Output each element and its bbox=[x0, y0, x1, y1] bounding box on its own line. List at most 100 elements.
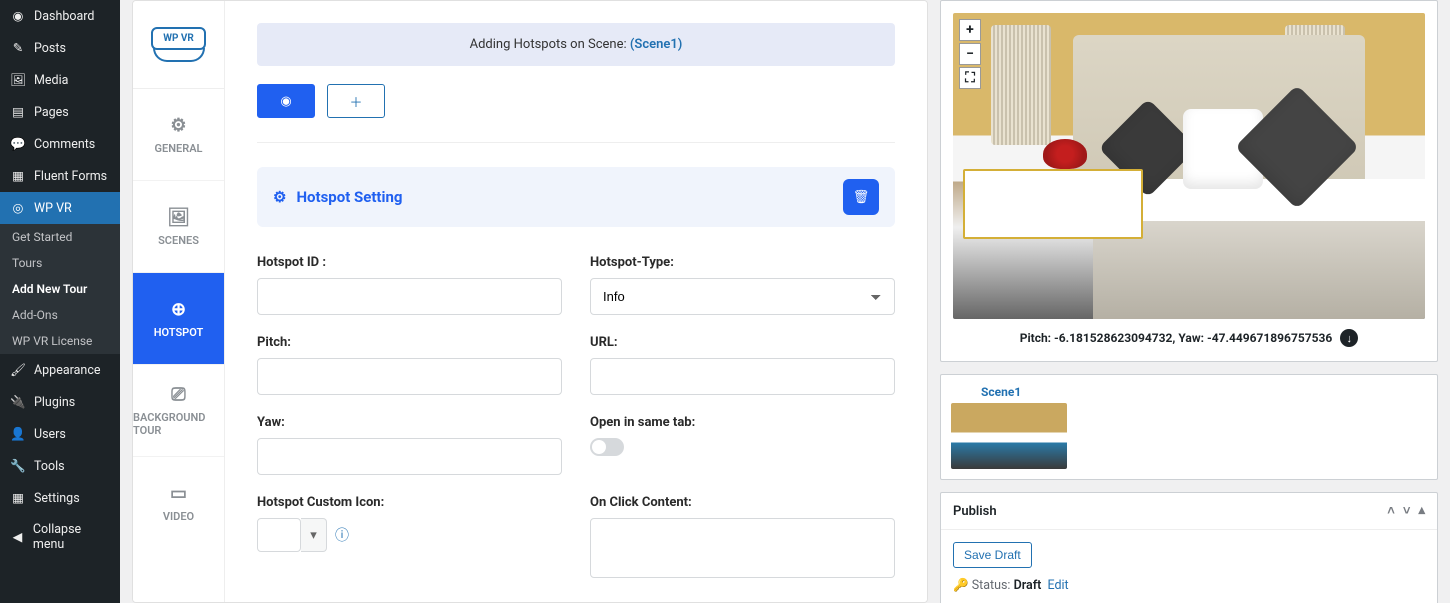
right-column: + − ⛶ Pitch: -6.181528623094732, Yaw: -4… bbox=[940, 0, 1438, 603]
key-icon: 🔑 bbox=[953, 578, 969, 593]
sidebar-item-appearance[interactable]: 🖌Appearance bbox=[0, 354, 120, 386]
vr-icon: ◎ bbox=[10, 200, 26, 216]
field-onclick: On Click Content: bbox=[590, 495, 895, 582]
field-hotspot-id: Hotspot ID : bbox=[257, 255, 562, 315]
editor-content: Adding Hotspots on Scene: (Scene1) ◉ ＋ ⚙… bbox=[225, 1, 927, 602]
sidebar-item-wp-vr[interactable]: ◎WP VR bbox=[0, 192, 120, 224]
field-pitch: Pitch: bbox=[257, 335, 562, 395]
sidebar-item-pages[interactable]: ▤Pages bbox=[0, 96, 120, 128]
field-open-same-tab: Open in same tab: bbox=[590, 415, 895, 475]
subitem-license[interactable]: WP VR License bbox=[0, 328, 120, 354]
zoom-in-button[interactable]: + bbox=[959, 19, 981, 41]
publish-panel: Publish ˄ ˅ ▴ Save Draft 🔑 Status: Draft… bbox=[940, 492, 1438, 603]
field-yaw: Yaw: bbox=[257, 415, 562, 475]
hotspot-type-select[interactable]: Info bbox=[590, 278, 895, 315]
sidebar-item-media[interactable]: 🖼Media bbox=[0, 64, 120, 96]
video-icon: ▭ bbox=[170, 483, 187, 504]
sidebar-item-settings[interactable]: ▦Settings bbox=[0, 482, 120, 514]
pin-icon: ✎ bbox=[10, 40, 26, 56]
onclick-textarea[interactable] bbox=[590, 518, 895, 578]
tab-background-tour[interactable]: ⎚BACKGROUND TOUR bbox=[133, 365, 224, 457]
banner-scene-link[interactable]: (Scene1) bbox=[630, 37, 682, 52]
hotspot-id-label: Hotspot ID : bbox=[257, 255, 562, 270]
dashboard-icon: ◉ bbox=[10, 8, 26, 24]
settings-icon: ▦ bbox=[10, 490, 26, 506]
download-icon[interactable]: ↓ bbox=[1340, 329, 1358, 347]
tab-general[interactable]: ⚙GENERAL bbox=[133, 89, 224, 181]
url-input[interactable] bbox=[590, 358, 895, 395]
target-icon: ⊕ bbox=[171, 299, 186, 320]
pitch-input[interactable] bbox=[257, 358, 562, 395]
gear-icon: ⚙ bbox=[170, 115, 186, 136]
field-custom-icon: Hotspot Custom Icon: ▾ ⓘ bbox=[257, 495, 562, 582]
collapse-icon: ◀ bbox=[10, 529, 25, 545]
panel-toggle-icon[interactable]: ▴ bbox=[1418, 503, 1425, 519]
help-icon[interactable]: ⓘ bbox=[335, 525, 349, 545]
hotspot-type-label: Hotspot-Type: bbox=[590, 255, 895, 270]
current-hotspot-button[interactable]: ◉ bbox=[257, 84, 315, 118]
subitem-add-new-tour[interactable]: Add New Tour bbox=[0, 276, 120, 302]
scene-thumbnail[interactable] bbox=[951, 403, 1067, 469]
trash-icon: 🗑 bbox=[853, 190, 870, 205]
tour-editor: WP VR ⚙GENERAL 🖼SCENES ⊕HOTSPOT ⎚BACKGRO… bbox=[132, 0, 928, 603]
sidebar-collapse[interactable]: ◀Collapse menu bbox=[0, 514, 120, 560]
banner-text: Adding Hotspots on Scene: bbox=[470, 37, 630, 52]
zoom-out-button[interactable]: − bbox=[959, 43, 981, 65]
sidebar-item-posts[interactable]: ✎Posts bbox=[0, 32, 120, 64]
subitem-get-started[interactable]: Get Started bbox=[0, 224, 120, 250]
device-icon: ⎚ bbox=[171, 384, 185, 405]
panel-up-icon[interactable]: ˄ bbox=[1387, 503, 1395, 519]
editor-tab-rail: WP VR ⚙GENERAL 🖼SCENES ⊕HOTSPOT ⎚BACKGRO… bbox=[133, 1, 225, 602]
open-tab-label: Open in same tab: bbox=[590, 415, 895, 430]
delete-hotspot-button[interactable]: 🗑 bbox=[843, 179, 879, 215]
hotspot-id-input[interactable] bbox=[257, 278, 562, 315]
yaw-input[interactable] bbox=[257, 438, 562, 475]
save-draft-button[interactable]: Save Draft bbox=[953, 542, 1032, 568]
onclick-label: On Click Content: bbox=[590, 495, 895, 510]
pitch-yaw-readout: Pitch: -6.181528623094732, Yaw: -47.4496… bbox=[953, 319, 1425, 349]
sidebar-item-tools[interactable]: 🔧Tools bbox=[0, 450, 120, 482]
gear-icon: ⚙ bbox=[273, 188, 286, 206]
scene-name-label[interactable]: Scene1 bbox=[981, 385, 1427, 399]
wrench-icon: 🔧 bbox=[10, 458, 26, 474]
url-label: URL: bbox=[590, 335, 895, 350]
plugin-icon: 🔌 bbox=[10, 394, 26, 410]
publish-title: Publish bbox=[953, 504, 997, 519]
panorama-viewer[interactable]: + − ⛶ bbox=[953, 13, 1425, 319]
icon-picker-dropdown[interactable]: ▾ bbox=[301, 518, 327, 552]
plus-icon: ＋ bbox=[349, 92, 362, 111]
sidebar-item-fluent-forms[interactable]: ▦Fluent Forms bbox=[0, 160, 120, 192]
image-icon: 🖼 bbox=[167, 207, 190, 228]
fullscreen-button[interactable]: ⛶ bbox=[959, 67, 981, 89]
sidebar-submenu: Get Started Tours Add New Tour Add-Ons W… bbox=[0, 224, 120, 354]
status-edit-link[interactable]: Edit bbox=[1047, 578, 1068, 593]
form-icon: ▦ bbox=[10, 168, 26, 184]
custom-icon-label: Hotspot Custom Icon: bbox=[257, 495, 562, 510]
divider bbox=[257, 142, 895, 143]
panel-down-icon[interactable]: ˅ bbox=[1403, 503, 1411, 519]
subitem-add-ons[interactable]: Add-Ons bbox=[0, 302, 120, 328]
sidebar-item-comments[interactable]: 💬Comments bbox=[0, 128, 120, 160]
brush-icon: 🖌 bbox=[10, 362, 26, 378]
scene-strip: Scene1 bbox=[940, 374, 1438, 480]
preview-panel: + − ⛶ Pitch: -6.181528623094732, Yaw: -4… bbox=[940, 0, 1438, 362]
wpvr-logo: WP VR bbox=[133, 1, 224, 89]
scene-banner: Adding Hotspots on Scene: (Scene1) bbox=[257, 23, 895, 66]
open-tab-toggle[interactable] bbox=[590, 438, 624, 456]
user-icon: 👤 bbox=[10, 426, 26, 442]
tab-video[interactable]: ▭VIDEO bbox=[133, 457, 224, 549]
subitem-tours[interactable]: Tours bbox=[0, 250, 120, 276]
add-hotspot-button[interactable]: ＋ bbox=[327, 84, 385, 118]
status-row: 🔑 Status: Draft Edit bbox=[953, 578, 1425, 593]
field-url: URL: bbox=[590, 335, 895, 395]
icon-picker-box[interactable] bbox=[257, 518, 301, 552]
setting-header: ⚙Hotspot Setting 🗑 bbox=[257, 167, 895, 227]
comment-icon: 💬 bbox=[10, 136, 26, 152]
sidebar-item-dashboard[interactable]: ◉Dashboard bbox=[0, 0, 120, 32]
sidebar-item-plugins[interactable]: 🔌Plugins bbox=[0, 386, 120, 418]
page-icon: ▤ bbox=[10, 104, 26, 120]
tab-scenes[interactable]: 🖼SCENES bbox=[133, 181, 224, 273]
tab-hotspot[interactable]: ⊕HOTSPOT bbox=[133, 273, 224, 365]
pitch-label: Pitch: bbox=[257, 335, 562, 350]
sidebar-item-users[interactable]: 👤Users bbox=[0, 418, 120, 450]
